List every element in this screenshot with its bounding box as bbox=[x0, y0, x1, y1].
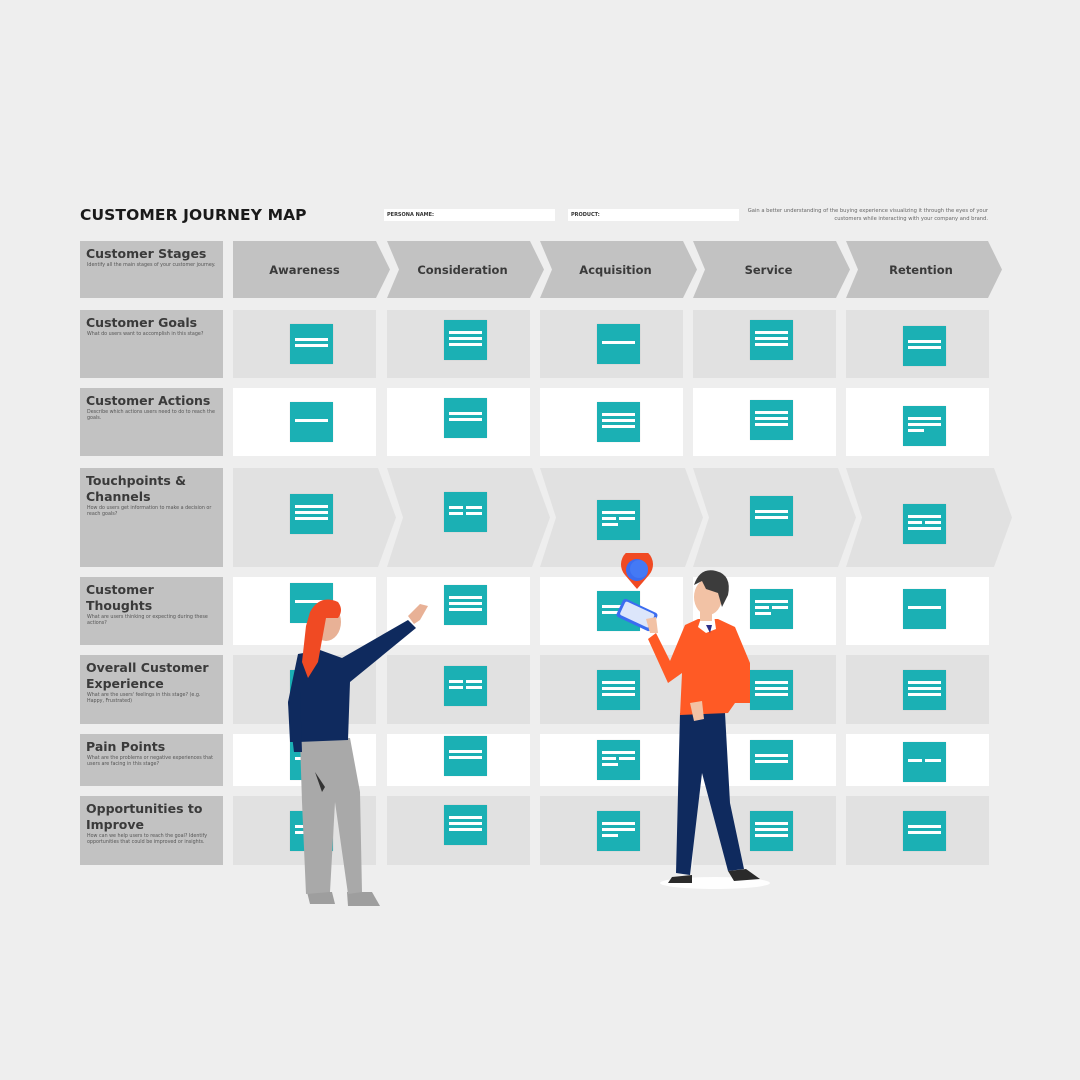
map-pin-icon bbox=[621, 553, 653, 589]
sticky-note-icon[interactable] bbox=[444, 666, 487, 706]
row-label-title: Customer Actions bbox=[86, 393, 211, 408]
row-label-title: Pain Points bbox=[86, 739, 166, 754]
sticky-note-icon[interactable] bbox=[290, 494, 333, 534]
sticky-note-icon[interactable] bbox=[903, 326, 946, 366]
stage-consideration[interactable]: Consideration bbox=[387, 241, 544, 298]
sticky-note-icon[interactable] bbox=[444, 398, 487, 438]
persona-name-field[interactable]: PERSONA NAME: bbox=[384, 209, 555, 221]
row-label-desc: Identify all the main stages of your cus… bbox=[87, 263, 216, 268]
product-label: PRODUCT: bbox=[571, 212, 600, 218]
row-label-desc: What are users thinking or expecting dur… bbox=[87, 615, 208, 627]
sticky-note-icon[interactable] bbox=[444, 492, 487, 532]
stage-label: Retention bbox=[889, 262, 953, 277]
sticky-note-icon[interactable] bbox=[750, 320, 793, 360]
sticky-note-icon[interactable] bbox=[444, 320, 487, 360]
row-label-title: Touchpoints & Channels bbox=[86, 473, 187, 504]
sticky-note-icon[interactable] bbox=[597, 324, 640, 364]
persona-name-label: PERSONA NAME: bbox=[387, 212, 435, 218]
sticky-note-icon[interactable] bbox=[290, 324, 333, 364]
sticky-note-icon[interactable] bbox=[903, 504, 946, 544]
sticky-note-icon[interactable] bbox=[290, 402, 333, 442]
sticky-note-icon[interactable] bbox=[597, 402, 640, 442]
sticky-note-icon[interactable] bbox=[750, 496, 793, 536]
sticky-note-icon[interactable] bbox=[444, 585, 487, 625]
stage-awareness[interactable]: Awareness bbox=[233, 241, 390, 298]
sticky-note-icon[interactable] bbox=[903, 406, 946, 446]
sticky-note-icon[interactable] bbox=[597, 500, 640, 540]
row-label-overall-experience: Overall Customer Experience What are the… bbox=[80, 655, 223, 724]
row-label-desc: What are the problems or negative experi… bbox=[87, 756, 213, 768]
stage-label: Service bbox=[744, 262, 793, 277]
row-label-desc: What do users want to accomplish in this… bbox=[87, 332, 204, 337]
woman-pointing-illustration bbox=[288, 599, 428, 906]
stage-retention[interactable]: Retention bbox=[846, 241, 1002, 298]
intro-text: Gain a better understanding of the buyin… bbox=[747, 208, 988, 222]
man-with-phone-illustration bbox=[616, 553, 770, 889]
row-label-title: Opportunities to Improve bbox=[86, 801, 203, 832]
row-label-customer-stages: Customer Stages Identify all the main st… bbox=[80, 241, 223, 298]
stage-service[interactable]: Service bbox=[693, 241, 850, 298]
stage-label: Consideration bbox=[417, 262, 508, 277]
row-label-touchpoints: Touchpoints & Channels How do users get … bbox=[80, 468, 223, 567]
row-label-desc: How can we help users to reach the goal?… bbox=[87, 834, 208, 846]
sticky-note-icon[interactable] bbox=[903, 742, 946, 782]
row-label-customer-actions: Customer Actions Describe which actions … bbox=[80, 388, 223, 456]
row-label-customer-thoughts: Customer Thoughts What are users thinkin… bbox=[80, 577, 223, 645]
row-label-desc: Describe which actions users need to do … bbox=[87, 410, 215, 422]
row-label-title: Overall Customer Experience bbox=[86, 660, 209, 691]
stage-label: Awareness bbox=[269, 262, 340, 277]
page-title: CUSTOMER JOURNEY MAP bbox=[80, 206, 307, 224]
sticky-note-icon[interactable] bbox=[750, 400, 793, 440]
row-label-title: Customer Goals bbox=[86, 315, 198, 330]
row-label-customer-goals: Customer Goals What do users want to acc… bbox=[80, 310, 223, 378]
sticky-note-icon[interactable] bbox=[903, 589, 946, 629]
row-label-title: Customer Stages bbox=[86, 246, 207, 261]
row-label-opportunities: Opportunities to Improve How can we help… bbox=[80, 796, 223, 865]
row-label-pain-points: Pain Points What are the problems or neg… bbox=[80, 734, 223, 786]
sticky-note-icon[interactable] bbox=[903, 670, 946, 710]
sticky-note-icon[interactable] bbox=[903, 811, 946, 851]
row-label-desc: What are the users' feelings in this sta… bbox=[87, 693, 201, 705]
woman-figure bbox=[288, 599, 428, 906]
row-label-title: Customer Thoughts bbox=[86, 582, 154, 613]
sticky-note-icon[interactable] bbox=[444, 736, 487, 776]
row-label-desc: How do users get information to make a d… bbox=[87, 506, 212, 518]
stage-acquisition[interactable]: Acquisition bbox=[540, 241, 697, 298]
product-field[interactable]: PRODUCT: bbox=[568, 209, 739, 221]
man-figure bbox=[646, 570, 760, 883]
stage-label: Acquisition bbox=[579, 262, 652, 277]
sticky-note-icon[interactable] bbox=[444, 805, 487, 845]
